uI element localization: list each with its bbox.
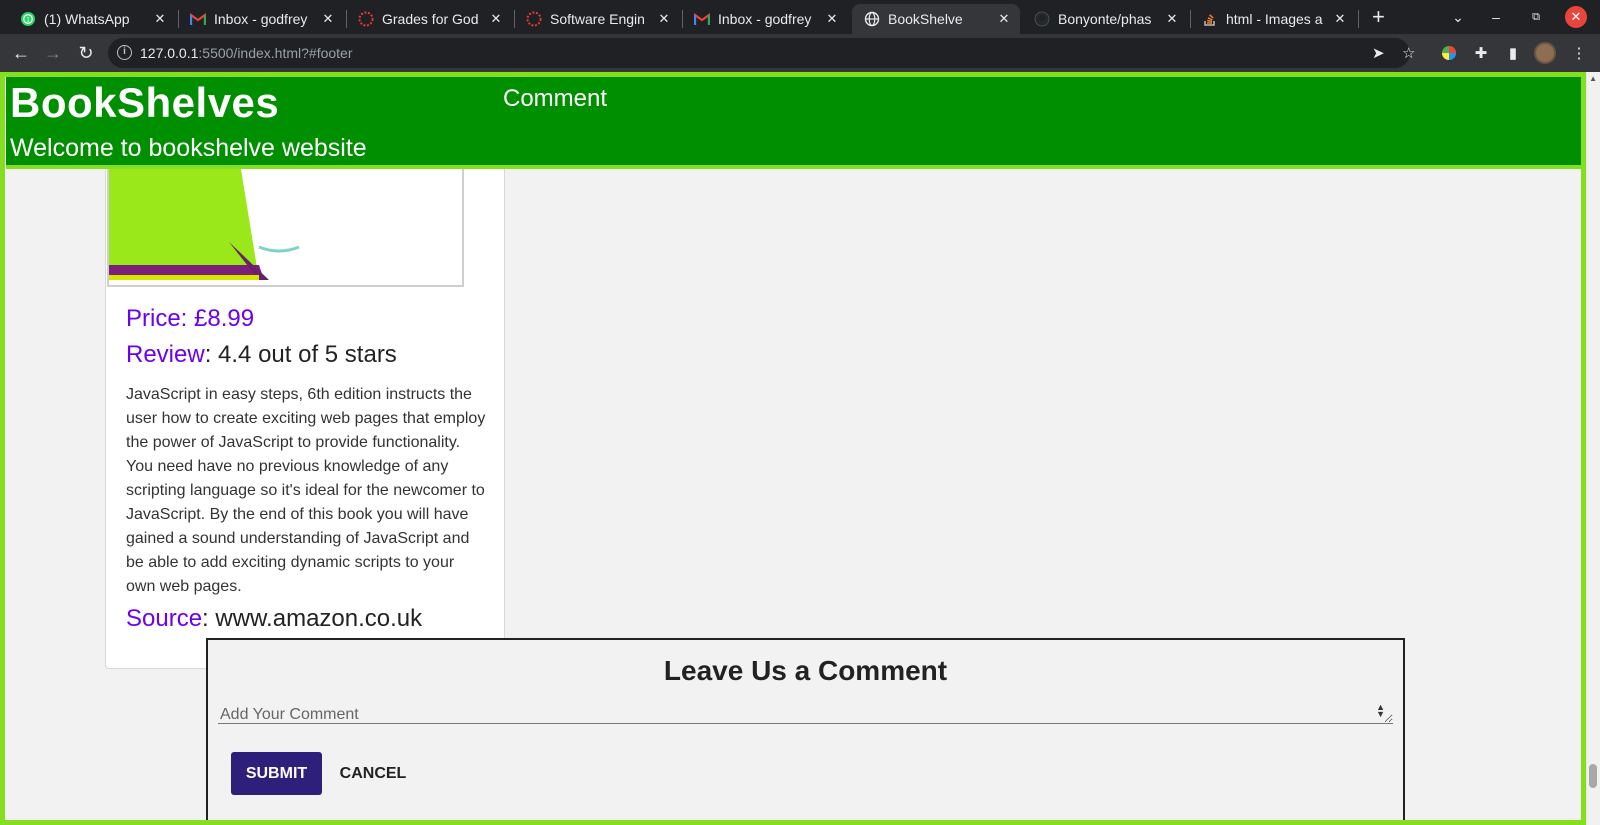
scroll-up-icon[interactable]: ▲	[1589, 74, 1597, 83]
address-bar[interactable]: i 127.0.0.1:5500/index.html?#footer ➤ ☆	[108, 38, 1415, 68]
extensions-puzzle-icon[interactable]: ✚	[1470, 42, 1492, 64]
profile-avatar[interactable]	[1534, 42, 1556, 64]
tab-grades[interactable]: Grades for God ✕	[346, 4, 512, 34]
tab-stackoverflow[interactable]: html - Images a ✕	[1190, 4, 1356, 34]
close-tab-icon[interactable]: ✕	[1164, 11, 1180, 27]
tab-title: Grades for God	[382, 11, 479, 27]
github-icon	[1034, 11, 1050, 27]
tab-title: Inbox - godfrey	[718, 11, 812, 27]
close-tab-icon[interactable]: ✕	[320, 11, 336, 27]
tab-search-icon[interactable]: ⌄	[1447, 6, 1469, 28]
tab-whatsapp[interactable]: 1 (1) WhatsApp ✕	[8, 4, 176, 34]
dotted-circle-icon	[358, 11, 374, 27]
page-border	[0, 72, 1586, 825]
close-tab-icon[interactable]: ✕	[488, 11, 504, 27]
tab-title: Bonyonte/phas	[1058, 11, 1152, 27]
page-viewport: Price: £8.99 Review: 4.4 out of 5 stars …	[0, 72, 1600, 825]
back-icon[interactable]: ←	[10, 42, 32, 64]
dotted-circle-icon	[526, 11, 542, 27]
info-icon[interactable]: i	[117, 45, 132, 60]
side-panel-icon[interactable]: ▮	[1502, 42, 1524, 64]
send-icon[interactable]: ➤	[1372, 44, 1385, 62]
tab-bookshelve[interactable]: BookShelve ✕	[852, 4, 1020, 34]
minimize-icon[interactable]: –	[1485, 6, 1507, 28]
close-window-icon[interactable]: ✕	[1565, 6, 1587, 28]
bookmark-star-icon[interactable]: ☆	[1402, 44, 1415, 62]
tab-title: Inbox - godfrey	[214, 11, 308, 27]
stackoverflow-icon	[1202, 11, 1218, 27]
tab-software-engineering[interactable]: Software Engin ✕	[514, 4, 680, 34]
whatsapp-icon: 1	[20, 11, 36, 27]
tab-separator	[1358, 10, 1359, 28]
close-tab-icon[interactable]: ✕	[1332, 11, 1348, 27]
close-tab-icon[interactable]: ✕	[996, 11, 1012, 27]
tab-title: Software Engin	[550, 11, 645, 27]
globe-icon	[864, 11, 880, 27]
new-tab-button[interactable]: +	[1372, 6, 1385, 28]
tab-strip: 1 (1) WhatsApp ✕ Inbox - godfrey ✕ Grade…	[0, 0, 1600, 34]
tab-gmail-inbox[interactable]: Inbox - godfrey ✕	[178, 4, 344, 34]
color-picker-extension-icon[interactable]	[1438, 42, 1460, 64]
tab-github[interactable]: Bonyonte/phas ✕	[1022, 4, 1188, 34]
tab-title: BookShelve	[888, 11, 963, 27]
tab-title: html - Images a	[1226, 11, 1323, 27]
browser-toolbar: ← → ↻ i 127.0.0.1:5500/index.html?#foote…	[0, 34, 1600, 72]
page-scrollbar[interactable]: ▲	[1586, 72, 1600, 825]
close-tab-icon[interactable]: ✕	[656, 11, 672, 27]
gmail-icon	[190, 11, 206, 27]
url-text: 127.0.0.1:5500/index.html?#footer	[140, 45, 353, 61]
close-tab-icon[interactable]: ✕	[152, 11, 168, 27]
forward-icon[interactable]: →	[42, 42, 64, 64]
more-menu-icon[interactable]: ⋮	[1568, 42, 1590, 64]
close-tab-icon[interactable]: ✕	[824, 11, 840, 27]
reload-icon[interactable]: ↻	[75, 42, 97, 64]
scroll-thumb[interactable]	[1589, 764, 1597, 788]
tab-gmail-inbox-2[interactable]: Inbox - godfrey ✕	[682, 4, 848, 34]
gmail-icon	[694, 11, 710, 27]
restore-icon[interactable]: ⧉	[1525, 6, 1547, 28]
tab-title: (1) WhatsApp	[44, 11, 130, 27]
